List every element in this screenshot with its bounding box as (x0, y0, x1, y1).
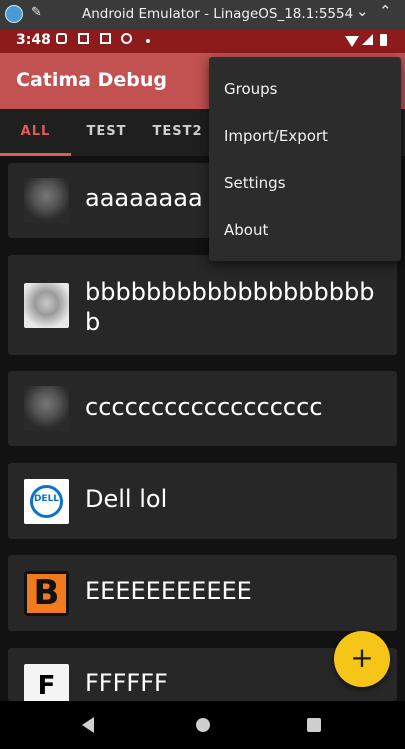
card-icon: B (24, 571, 69, 616)
card-list-item[interactable]: B EEEEEEEEEEE (8, 555, 397, 631)
tab-all[interactable]: ALL (0, 109, 71, 156)
status-bar: 3:48 (0, 29, 405, 53)
back-icon[interactable] (82, 717, 94, 733)
card-list-item[interactable]: cccccccccccccccccc (8, 371, 397, 446)
tab-test[interactable]: TEST (71, 109, 142, 156)
card-icon (24, 283, 69, 328)
add-card-button[interactable]: + (334, 631, 390, 687)
letter-b-icon: B (24, 571, 69, 616)
card-icon: DELL (24, 479, 69, 524)
battery-icon (380, 34, 387, 46)
card-icon (24, 178, 69, 223)
app-title: Catima Debug (16, 69, 167, 91)
overflow-menu: Groups Import/Export Settings About (209, 57, 401, 261)
card-name: cccccccccccccccccc (85, 393, 323, 421)
wolf-image-icon (24, 386, 69, 431)
tab-indicator (0, 153, 71, 156)
plus-icon: + (350, 641, 374, 674)
notification-icon (121, 33, 132, 44)
system-nav-bar (0, 701, 405, 749)
pin-icon[interactable]: ✎ (31, 5, 42, 20)
emulator-app-icon (5, 5, 23, 23)
notification-icon (78, 33, 89, 44)
card-name: Dell lol (85, 485, 168, 513)
card-icon (24, 386, 69, 431)
card-list-item[interactable]: DELL Dell lol (8, 463, 397, 539)
menu-item-settings[interactable]: Settings (224, 174, 286, 192)
signal-icon (362, 34, 373, 45)
dell-logo-icon: DELL (24, 479, 69, 524)
wolf-image-icon (24, 178, 69, 223)
recents-icon[interactable] (307, 718, 321, 732)
menu-item-groups[interactable]: Groups (224, 80, 277, 98)
card-name: EEEEEEEEEEE (85, 577, 252, 605)
notification-icon (100, 33, 111, 44)
notification-icon (56, 33, 67, 44)
tab-test2[interactable]: TEST2 (142, 109, 213, 156)
wolf-image-icon (24, 283, 69, 328)
emulator-title-bar: ✎ Android Emulator - LinageOS_18.1:5554 … (0, 0, 405, 29)
wifi-icon (345, 36, 359, 47)
status-clock: 3:48 (16, 32, 51, 48)
chevron-down-icon[interactable]: ⌄ (356, 2, 369, 20)
card-name: bbbbbbbbbbbbbbbbbbbb (85, 278, 375, 336)
chevron-up-icon[interactable]: ⌃ (379, 2, 392, 20)
card-list-item[interactable]: bbbbbbbbbbbbbbbbbbbb (8, 255, 397, 355)
menu-item-about[interactable]: About (224, 221, 268, 239)
more-notifications-dot-icon (146, 39, 150, 43)
home-icon[interactable] (196, 718, 210, 732)
window-title: Android Emulator - LinageOS_18.1:5554 (82, 6, 354, 22)
menu-item-import-export[interactable]: Import/Export (224, 127, 328, 145)
